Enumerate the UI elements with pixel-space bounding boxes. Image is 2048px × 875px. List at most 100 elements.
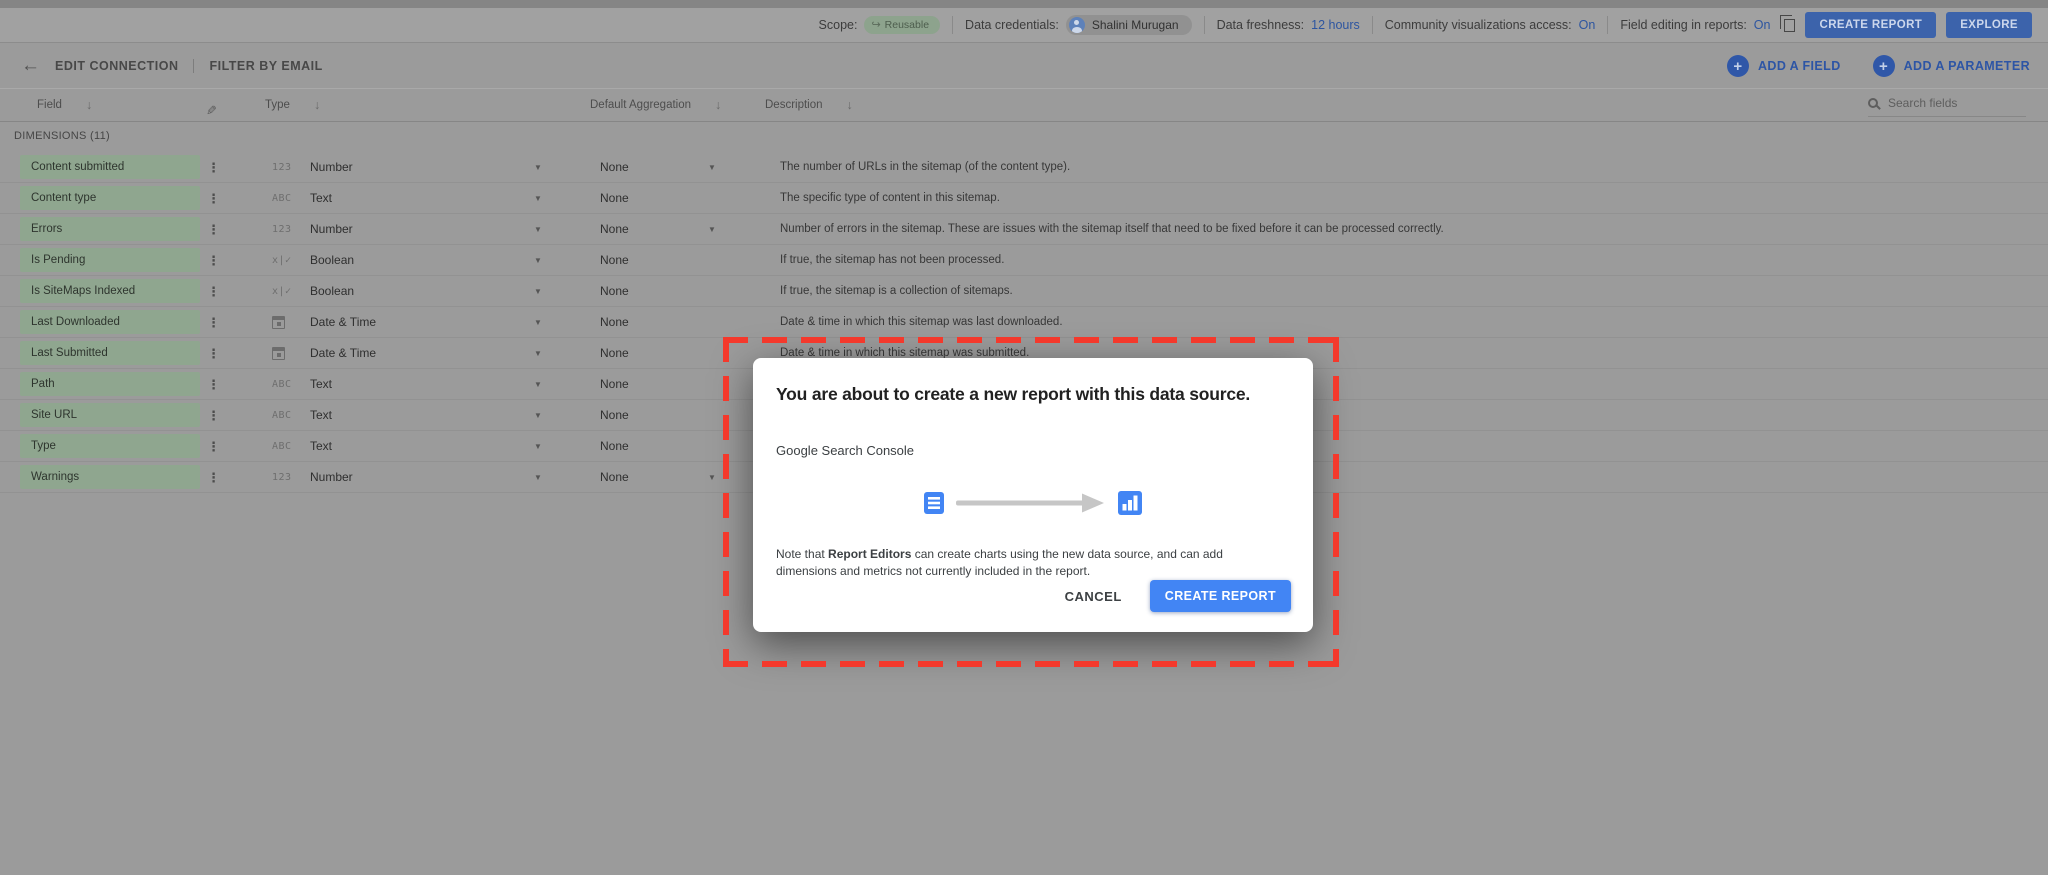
field-type-value[interactable]: Text [310,400,332,431]
field-description[interactable]: The number of URLs in the sitemap (of th… [780,152,1070,183]
field-type-icon: ABC [272,183,292,214]
field-chip[interactable]: Is SiteMaps Indexed [20,279,200,303]
edit-pencil-icon[interactable] [206,103,217,119]
type-dropdown-icon[interactable] [534,214,542,245]
note-text: Note that [776,547,828,561]
field-editing-link[interactable]: On [1754,18,1771,32]
aggregation-value[interactable]: None [600,152,629,183]
field-name: Content submitted [31,161,124,173]
scope-item: Scope: Reusable [819,16,941,34]
aggregation-value[interactable]: None [600,276,629,307]
dialog-create-report-button[interactable]: CREATE REPORT [1150,580,1291,612]
copy-icon[interactable] [1784,19,1795,32]
aggregation-value[interactable]: None [600,245,629,276]
sort-icon[interactable] [314,98,320,112]
field-chip[interactable]: Errors [20,217,200,241]
community-access-link[interactable]: On [1579,18,1596,32]
back-arrow-icon[interactable] [21,55,40,77]
aggregation-value[interactable]: None [600,214,629,245]
sort-icon[interactable] [86,98,92,112]
field-chip[interactable]: Content submitted [20,155,200,179]
aggregation-value[interactable]: None [600,462,629,493]
field-chip[interactable]: Site URL [20,403,200,427]
field-type-icon: x|✓ [272,245,292,276]
field-type-value[interactable]: Boolean [310,276,354,307]
field-type-value[interactable]: Text [310,183,332,214]
aggregation-dropdown-icon[interactable] [708,214,716,245]
create-report-button[interactable]: CREATE REPORT [1805,12,1936,38]
add-a-field-button[interactable]: ADD A FIELD [1727,55,1841,77]
filter-by-email-button[interactable]: FILTER BY EMAIL [209,59,322,73]
edit-connection-button[interactable]: EDIT CONNECTION [55,59,178,73]
aggregation-dropdown-icon[interactable] [708,152,716,183]
more-options-icon[interactable] [207,183,220,214]
type-dropdown-icon[interactable] [534,369,542,400]
more-options-icon[interactable] [207,307,220,338]
column-header-field: Field [37,89,92,121]
freshness-item: Data freshness: 12 hours [1217,18,1360,32]
sort-icon[interactable] [715,98,721,112]
field-type-value[interactable]: Text [310,369,332,400]
more-options-icon[interactable] [207,400,220,431]
field-chip[interactable]: Warnings [20,465,200,489]
field-type-value[interactable]: Number [310,214,353,245]
field-name: Is Pending [31,254,85,266]
sort-icon[interactable] [847,98,853,112]
field-description[interactable]: Number of errors in the sitemap. These a… [780,214,1444,245]
more-options-icon[interactable] [207,152,220,183]
aggregation-dropdown-icon[interactable] [708,462,716,493]
scope-reusable-badge[interactable]: Reusable [864,16,940,34]
aggregation-value[interactable]: None [600,307,629,338]
field-row: Is SiteMaps Indexed x|✓ Boolean None If … [0,276,2048,307]
type-dropdown-icon[interactable] [534,276,542,307]
credentials-item: Data credentials: Shalini Murugan [965,15,1192,35]
more-options-icon[interactable] [207,369,220,400]
status-bar: Scope: Reusable Data credentials: Shalin… [0,8,2048,43]
more-options-icon[interactable] [207,245,220,276]
add-a-parameter-button[interactable]: ADD A PARAMETER [1873,55,2030,77]
divider [1607,16,1608,34]
field-chip[interactable]: Last Submitted [20,341,200,365]
field-type-value[interactable]: Date & Time [310,307,376,338]
field-chip[interactable]: Path [20,372,200,396]
more-options-icon[interactable] [207,338,220,369]
type-dropdown-icon[interactable] [534,462,542,493]
field-type-value[interactable]: Text [310,431,332,462]
more-options-icon[interactable] [207,214,220,245]
add-a-field-label: ADD A FIELD [1758,59,1841,73]
aggregation-value[interactable]: None [600,400,629,431]
aggregation-value[interactable]: None [600,338,629,369]
more-options-icon[interactable] [207,431,220,462]
cancel-button[interactable]: CANCEL [1065,589,1122,604]
field-chip[interactable]: Content type [20,186,200,210]
field-type-value[interactable]: Boolean [310,245,354,276]
field-chip[interactable]: Last Downloaded [20,310,200,334]
explore-button[interactable]: EXPLORE [1946,12,2032,38]
field-name: Errors [31,223,62,235]
aggregation-value[interactable]: None [600,183,629,214]
type-dropdown-icon[interactable] [534,338,542,369]
freshness-link[interactable]: 12 hours [1311,18,1360,32]
type-dropdown-icon[interactable] [534,431,542,462]
field-type-value[interactable]: Number [310,152,353,183]
field-type-value[interactable]: Date & Time [310,338,376,369]
field-description[interactable]: Date & time in which this sitemap was la… [780,307,1063,338]
search-fields-input[interactable] [1888,96,2008,110]
type-dropdown-icon[interactable] [534,307,542,338]
field-description[interactable]: If true, the sitemap has not been proces… [780,245,1004,276]
more-options-icon[interactable] [207,462,220,493]
field-chip[interactable]: Type [20,434,200,458]
field-chip[interactable]: Is Pending [20,248,200,272]
field-description[interactable]: The specific type of content in this sit… [780,183,1000,214]
aggregation-value[interactable]: None [600,369,629,400]
credentials-chip[interactable]: Shalini Murugan [1066,15,1192,35]
type-dropdown-icon[interactable] [534,245,542,276]
field-type-value[interactable]: Number [310,462,353,493]
more-options-icon[interactable] [207,276,220,307]
type-dropdown-icon[interactable] [534,152,542,183]
field-description[interactable]: If true, the sitemap is a collection of … [780,276,1013,307]
type-dropdown-icon[interactable] [534,183,542,214]
aggregation-value[interactable]: None [600,431,629,462]
type-dropdown-icon[interactable] [534,400,542,431]
field-name: Warnings [31,471,79,483]
